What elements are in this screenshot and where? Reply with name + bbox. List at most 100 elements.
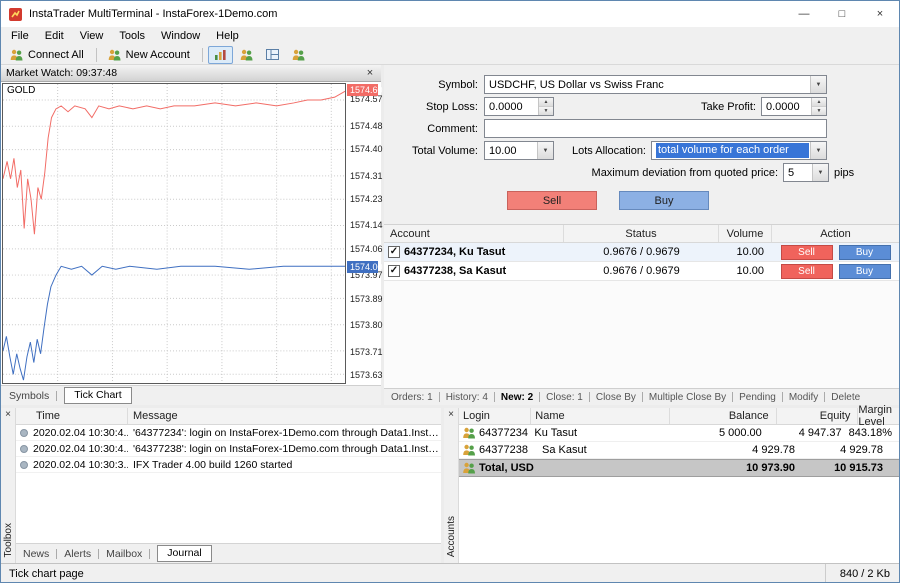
order-mode-tabs: Orders: 1 History: 4 New: 2 Close: 1 Clo… [384,388,899,405]
tab-delete[interactable]: Delete [831,392,860,403]
column-header-status: Status [564,225,719,242]
chevron-down-icon[interactable]: ▼ [810,142,826,159]
sell-button[interactable]: Sell [507,191,597,210]
spin-up-icon[interactable]: ▲ [539,98,553,107]
column-header-time: Time [16,408,128,424]
max-deviation-select[interactable]: 5 ▼ [783,163,829,182]
comment-label: Comment: [384,123,484,135]
volume-cell: 10.00 [719,265,772,277]
chevron-down-icon[interactable]: ▼ [810,76,826,93]
spin-down-icon[interactable]: ▼ [812,107,826,115]
tab-journal[interactable]: Journal [157,545,211,562]
max-deviation-label: Maximum deviation from quoted price: [592,167,778,179]
symbol-label: Symbol: [384,79,484,91]
journal-header: Time Message [16,408,441,425]
chevron-down-icon[interactable]: ▼ [812,164,828,181]
tab-mailbox[interactable]: Mailbox [106,548,142,560]
symbol-select[interactable]: USDCHF, US Dollar vs Swiss Franc ▼ [484,75,827,94]
tab-modify[interactable]: Modify [789,392,818,403]
accounts-manager-button[interactable] [286,46,311,64]
close-icon[interactable]: × [861,1,899,27]
balance-cell: 5 000.00 [665,427,769,439]
main-top-region: Market Watch: 09:37:48 × GOLD 1574.60 15… [1,65,899,405]
tab-close-by[interactable]: Close By [596,392,636,403]
table-row[interactable]: 64377238 Sa Kasut 4 929.78 4 929.78 [459,442,899,459]
journal-message: '64377238': login on InstaForex-1Demo.co… [128,443,441,455]
accounts-list-button[interactable] [234,46,259,64]
tick-chart-toggle-button[interactable] [208,46,233,64]
stop-loss-stepper[interactable]: 0.0000 ▲ ▼ [484,97,554,116]
menu-tools[interactable]: Tools [111,28,153,44]
journal-time: 2020.02.04 10:30:4... [33,443,128,455]
buy-button[interactable]: Buy [619,191,709,210]
chart-icon [214,49,227,61]
menu-file[interactable]: File [3,28,37,44]
stop-loss-label: Stop Loss: [384,101,484,113]
main-bottom-region: × Toolbox Time Message 2020.02.04 10:30:… [1,405,899,563]
spin-up-icon[interactable]: ▲ [812,98,826,107]
tab-symbols[interactable]: Symbols [9,390,49,402]
menu-view[interactable]: View [72,28,112,44]
maximize-icon[interactable]: □ [823,1,861,27]
account-checkbox[interactable]: ✓ [388,246,400,258]
tab-tick-chart[interactable]: Tick Chart [64,387,131,404]
axis-tick-label: 1574.06 [350,244,383,254]
lots-allocation-select[interactable]: total volume for each order ▼ [651,141,827,160]
total-volume-label: Total Volume: [384,145,484,157]
market-watch-caption: Market Watch: 09:37:48 × [1,65,381,82]
table-row[interactable]: ✓ 64377238, Sa Kasut 0.9676 / 0.9679 10.… [384,262,899,281]
market-watch-tabs: Symbols Tick Chart [1,385,381,405]
tab-orders[interactable]: Orders: 1 [391,392,433,403]
market-watch-close-icon[interactable]: × [363,66,377,80]
total-volume-select[interactable]: 10.00 ▼ [484,141,554,160]
equity-cell: 4 929.78 [802,444,890,456]
menu-edit[interactable]: Edit [37,28,72,44]
menu-help[interactable]: Help [208,28,247,44]
tab-pending[interactable]: Pending [739,392,776,403]
row-buy-button[interactable]: Buy [839,245,891,260]
tab-news[interactable]: News [23,548,49,560]
tab-close[interactable]: Close: 1 [546,392,583,403]
account-checkbox[interactable]: ✓ [388,265,400,277]
list-item[interactable]: 2020.02.04 10:30:4... '64377238': login … [16,441,441,457]
tab-alerts[interactable]: Alerts [64,548,91,560]
row-buy-button[interactable]: Buy [839,264,891,279]
take-profit-label: Take Profit: [701,101,756,113]
window-title: InstaTrader MultiTerminal - InstaForex-1… [29,8,785,20]
toolbar-separator [202,48,203,62]
toolbox-close-icon[interactable]: × [1,408,15,422]
account-icon [462,444,476,456]
accounts-side-label: Accounts [446,508,457,563]
tab-multiple-close-by[interactable]: Multiple Close By [649,392,726,403]
chevron-down-icon[interactable]: ▼ [537,142,553,159]
tab-history[interactable]: History: 4 [446,392,488,403]
toolbox-tabs: News Alerts Mailbox Journal [16,543,441,563]
list-item[interactable]: 2020.02.04 10:30:3... IFX Trader 4.00 bu… [16,457,441,473]
stop-loss-arrows: ▲ ▼ [538,98,553,115]
menubar: File Edit View Tools Window Help [1,27,899,45]
row-sell-button[interactable]: Sell [781,264,833,279]
total-label: Total, USD [479,462,534,474]
new-account-button[interactable]: New Account [102,46,197,64]
connect-all-button[interactable]: Connect All [4,46,91,64]
max-deviation-value: 5 [788,167,812,179]
layout-panels-button[interactable] [260,46,285,64]
axis-tick-label: 1574.14 [350,220,383,230]
minimize-icon[interactable]: — [785,1,823,27]
take-profit-stepper[interactable]: 0.0000 ▲ ▼ [761,97,827,116]
status-bar: Tick chart page 840 / 2 Kb [1,563,899,583]
journal-message: '64377234': login on InstaForex-1Demo.co… [128,427,441,439]
menu-window[interactable]: Window [153,28,208,44]
order-entry-panel: Symbol: USDCHF, US Dollar vs Swiss Franc… [384,65,899,405]
accounts-side-strip: × Accounts [444,408,459,563]
tab-new[interactable]: New: 2 [501,392,533,403]
accounts-close-icon[interactable]: × [444,408,458,422]
comment-input[interactable] [484,119,827,138]
take-profit-value: 0.0000 [762,101,811,113]
list-item[interactable]: 2020.02.04 10:30:4... '64377234': login … [16,425,441,441]
table-row[interactable]: 64377234 Ku Tasut 5 000.00 4 947.37 843.… [459,425,899,442]
table-row[interactable]: ✓ 64377234, Ku Tasut 0.9676 / 0.9679 10.… [384,243,899,262]
row-sell-button[interactable]: Sell [781,245,833,260]
spin-down-icon[interactable]: ▼ [539,107,553,115]
column-header-margin-level: Margin Level [858,408,899,424]
